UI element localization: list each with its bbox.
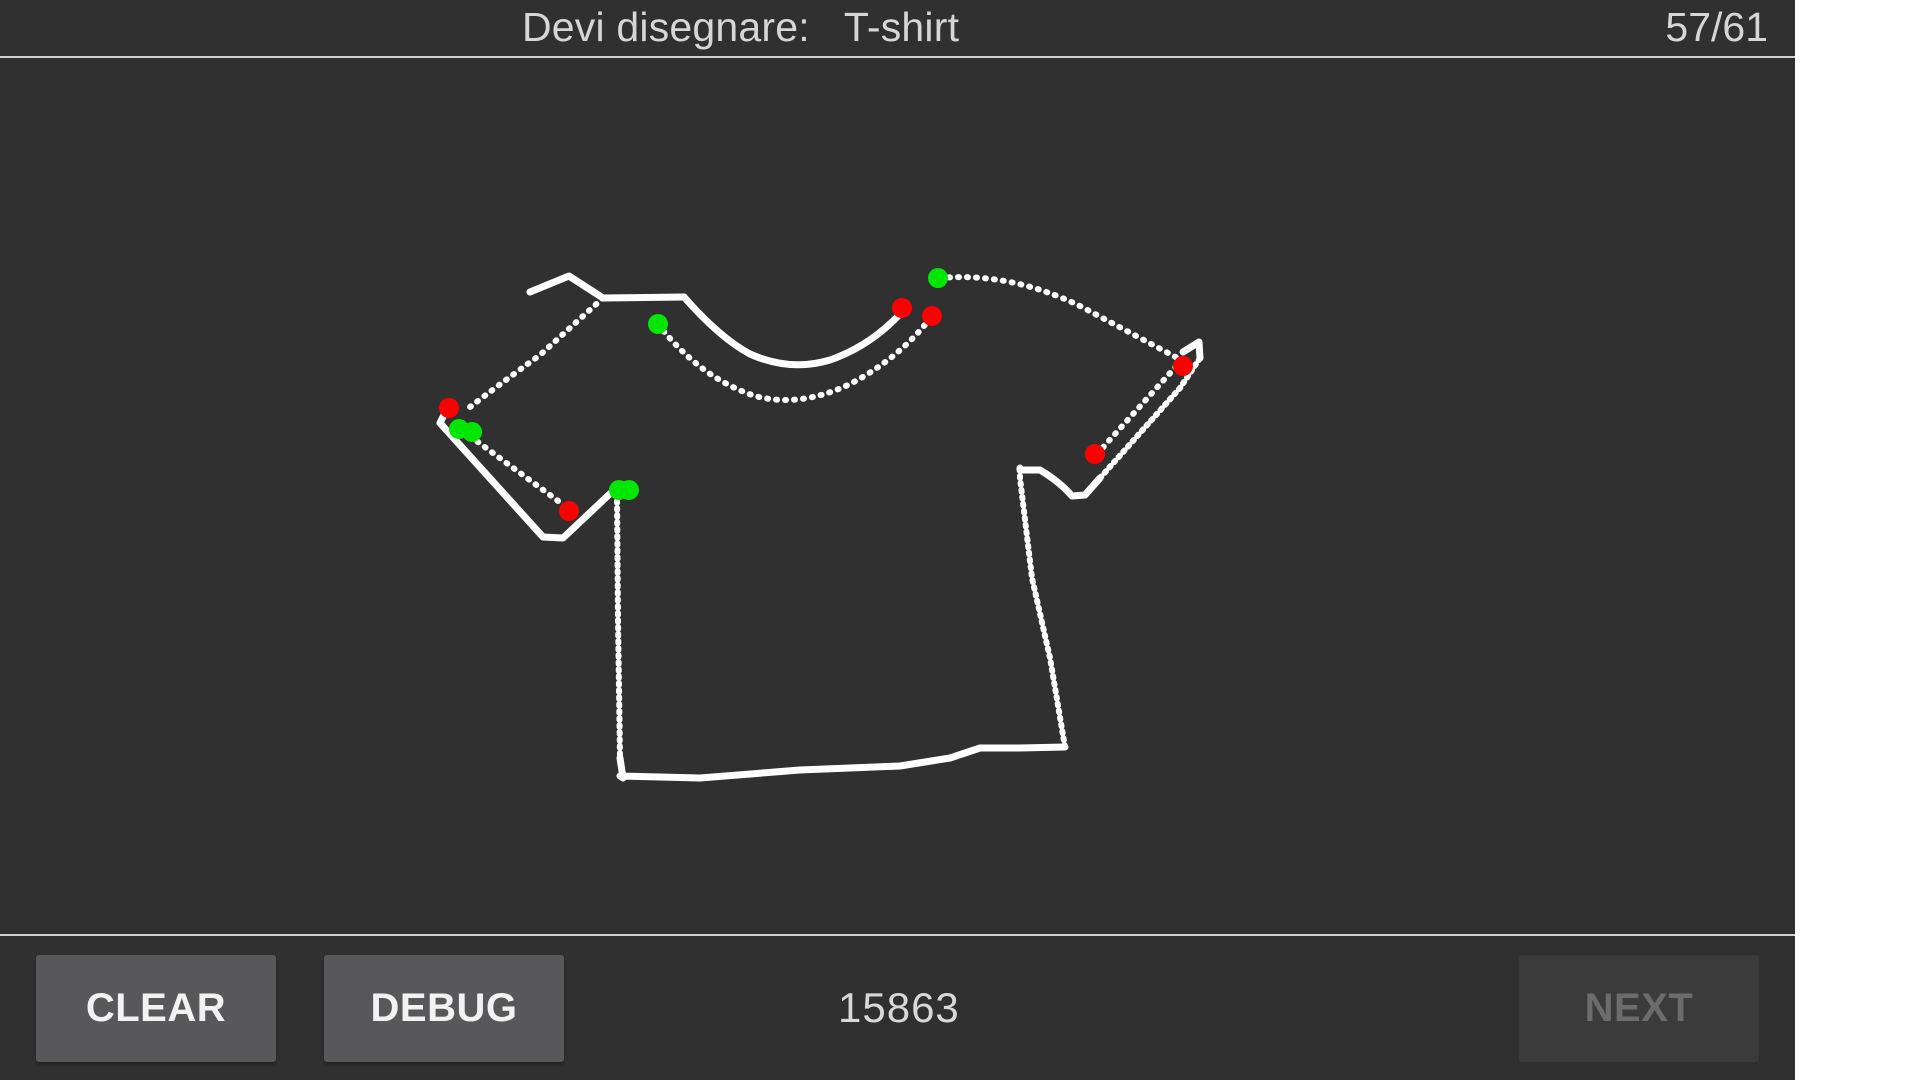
drawing-stroke <box>1016 464 1104 500</box>
drawing-canvas[interactable] <box>0 58 1795 934</box>
stroke-end-point <box>922 306 942 326</box>
stroke-start-point <box>648 314 668 334</box>
stroke-end-point <box>892 298 912 318</box>
drawing-stroke <box>616 743 1069 782</box>
drawing-stroke <box>655 313 935 403</box>
stroke-end-point <box>559 501 579 521</box>
footer-bar: CLEAR DEBUG 15863 NEXT <box>0 936 1795 1080</box>
stroke-start-point <box>928 268 948 288</box>
stroke-end-point <box>1085 444 1105 464</box>
progress-counter: 57/61 <box>1665 4 1768 50</box>
clear-button[interactable]: CLEAR <box>36 955 276 1062</box>
next-button[interactable]: NEXT <box>1519 955 1759 1062</box>
drawing-surface[interactable] <box>0 58 1795 934</box>
stroke-end-point <box>1173 356 1193 376</box>
drawing-stroke <box>1094 359 1183 457</box>
drawing-app: Devi disegnare: T-shirt 57/61 CLEAR DEBU… <box>0 0 1795 1080</box>
header-bar: Devi disegnare: T-shirt 57/61 <box>0 0 1795 57</box>
drawing-stroke <box>1017 465 1068 750</box>
score-value: 15863 <box>838 984 960 1031</box>
drawing-stroke <box>680 293 904 369</box>
drawing-stroke <box>614 491 623 761</box>
drawing-stroke <box>526 272 688 302</box>
drawing-stroke <box>1097 355 1203 481</box>
drawing-stroke <box>467 295 606 410</box>
stroke-start-point <box>462 422 482 442</box>
debug-button[interactable]: DEBUG <box>324 955 564 1062</box>
prompt-label: Devi disegnare: <box>522 4 810 50</box>
stroke-start-point <box>619 480 639 500</box>
drawing-stroke <box>937 274 1186 364</box>
drawing-stroke <box>1179 338 1204 362</box>
drawing-prompt: Devi disegnare: T-shirt <box>522 4 959 51</box>
stroke-end-point <box>439 398 459 418</box>
target-word: T-shirt <box>843 4 960 50</box>
